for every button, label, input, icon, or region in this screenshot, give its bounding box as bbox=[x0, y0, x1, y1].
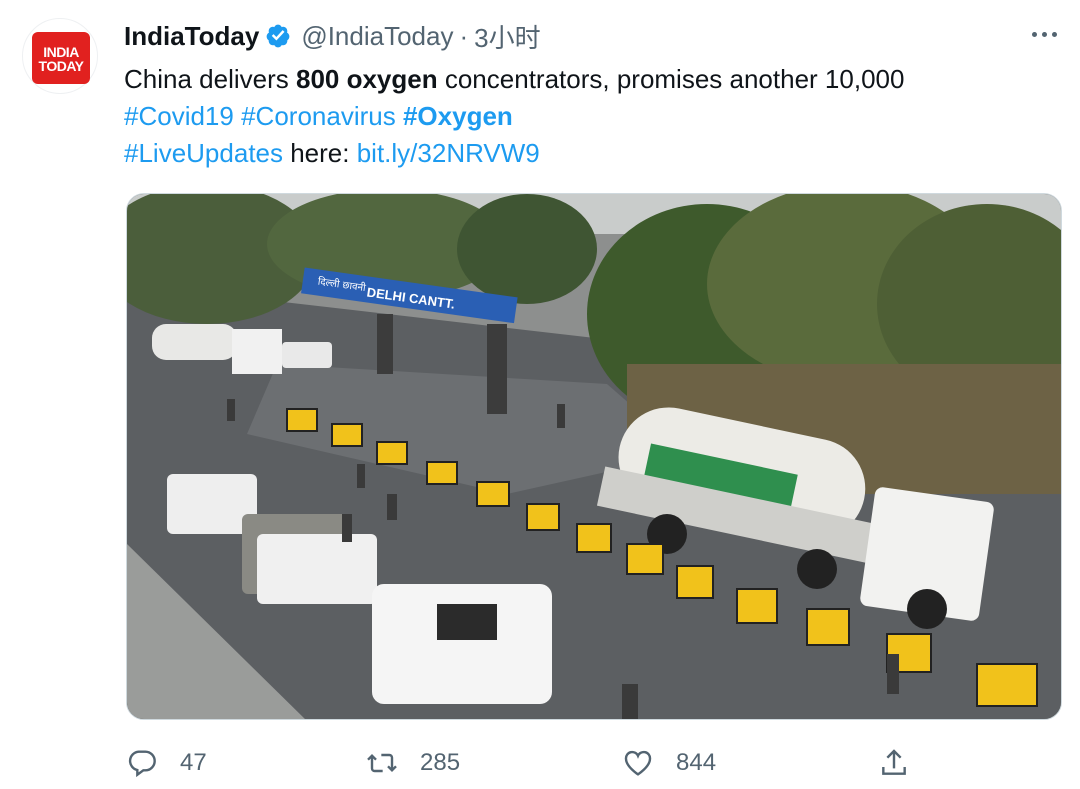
reply-button[interactable]: 47 bbox=[126, 743, 207, 783]
more-icon[interactable] bbox=[1030, 30, 1060, 40]
author-handle[interactable]: @IndiaToday bbox=[301, 21, 453, 52]
like-count: 844 bbox=[676, 749, 717, 776]
tweet-text-segment: China delivers bbox=[124, 64, 296, 94]
tweet-line-3: #LiveUpdates here: bit.ly/32NRVW9 bbox=[124, 135, 1044, 172]
tweet-line-1: China delivers 800 oxygen concentrators,… bbox=[124, 61, 1044, 98]
retweet-count: 285 bbox=[420, 749, 461, 776]
tweet-line-2: #Covid19 #Coronavirus #Oxygen bbox=[124, 98, 1044, 135]
tweet-link[interactable]: bit.ly/32NRVW9 bbox=[357, 138, 540, 168]
reply-icon bbox=[128, 750, 156, 778]
tweet-text: China delivers 800 oxygen concentrators,… bbox=[124, 61, 1044, 172]
hashtag-coronavirus[interactable]: #Coronavirus bbox=[241, 101, 396, 131]
tweet-text-segment: here: bbox=[283, 138, 357, 168]
retweet-icon bbox=[367, 753, 397, 773]
author-name[interactable]: IndiaToday bbox=[124, 21, 259, 52]
tweet-text-segment: concentrators, promises another 10,000 bbox=[437, 64, 905, 94]
tweet-photo[interactable]: DELHI CANTT. दिल्ली छावनी bbox=[126, 193, 1062, 720]
tweet-header: IndiaToday @IndiaToday · 3小时 bbox=[124, 18, 541, 54]
like-icon bbox=[624, 750, 652, 776]
photo-scene: DELHI CANTT. दिल्ली छावनी bbox=[127, 194, 1061, 719]
hashtag-oxygen[interactable]: #Oxygen bbox=[403, 101, 513, 131]
tweet-actions: 47 285 844 bbox=[0, 743, 1080, 783]
avatar[interactable]: INDIA TODAY bbox=[22, 18, 98, 94]
tweet-text-bold: 800 oxygen bbox=[295, 64, 438, 94]
verified-icon bbox=[266, 24, 290, 48]
like-button[interactable]: 844 bbox=[622, 743, 716, 783]
tweet-timestamp[interactable]: 3小时 bbox=[474, 18, 540, 55]
hashtag-liveupdates[interactable]: #LiveUpdates bbox=[124, 138, 283, 168]
retweet-button[interactable]: 285 bbox=[366, 743, 460, 783]
reply-count: 47 bbox=[180, 749, 207, 776]
share-button[interactable] bbox=[878, 743, 910, 783]
india-today-logo: INDIA TODAY bbox=[32, 32, 90, 84]
separator-dot: · bbox=[459, 20, 469, 51]
hashtag-covid19[interactable]: #Covid19 bbox=[124, 101, 234, 131]
share-icon bbox=[882, 749, 906, 775]
